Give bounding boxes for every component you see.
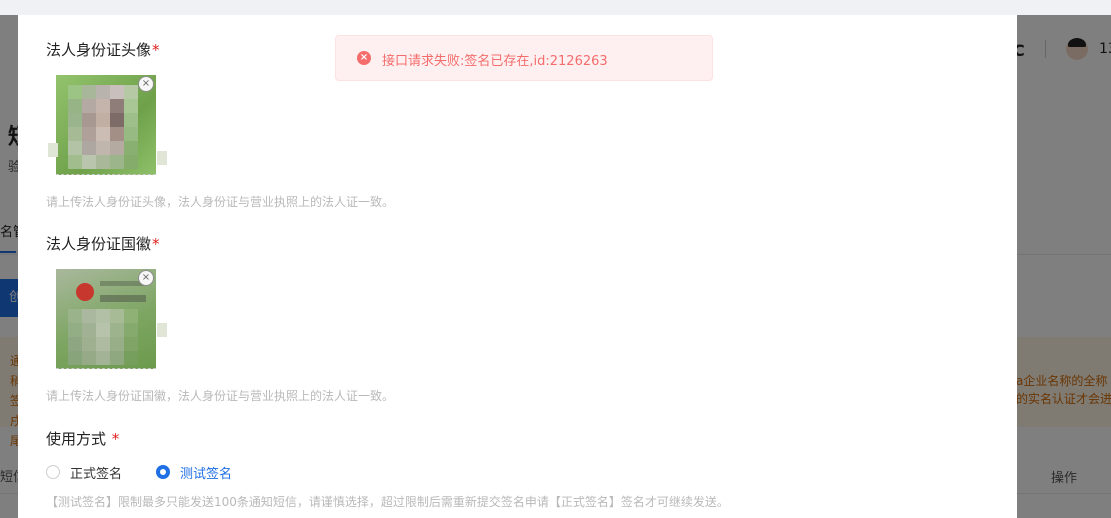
radio-label-formal-signature[interactable]: 正式签名 <box>70 463 122 482</box>
portrait-pixel-fragment <box>48 143 58 157</box>
required-mark: * <box>111 430 120 448</box>
portrait-mosaic <box>68 85 138 169</box>
error-toast: × 接口请求失败:签名已存在,id:2126263 <box>335 35 713 81</box>
usage-field-label: 使用方式 * <box>46 430 120 448</box>
remove-emblem-icon[interactable]: × <box>138 270 154 286</box>
radio-test-signature[interactable] <box>156 465 170 479</box>
national-emblem-icon <box>76 283 94 301</box>
thumbnail-dashed-edge <box>56 174 156 175</box>
radio-label-test-signature[interactable]: 测试签名 <box>180 463 232 482</box>
required-mark: * <box>152 41 160 59</box>
emblem-hint: 请上传法人身份证国徽，法人身份证与营业执照上的法人证一致。 <box>46 389 395 403</box>
thumbnail-dashed-edge <box>56 368 156 369</box>
portrait-pixel-fragment <box>157 151 167 165</box>
emblem-field-label: 法人身份证国徽* <box>46 235 160 253</box>
signature-form-modal: 法人身份证头像* × 请上传法人身份证头像，法人身份证与营业执照上的法人证一致。… <box>18 15 1017 518</box>
emblem-mosaic <box>68 309 138 369</box>
portrait-hint: 请上传法人身份证头像，法人身份证与营业执照上的法人证一致。 <box>46 195 395 209</box>
portrait-field-label: 法人身份证头像* <box>46 41 160 59</box>
error-toast-message: 接口请求失败:签名已存在,id:2126263 <box>382 54 608 69</box>
required-mark: * <box>152 235 160 253</box>
id-card-title-text <box>100 295 146 302</box>
close-circle-icon: × <box>357 51 371 65</box>
radio-formal-signature[interactable] <box>46 465 60 479</box>
emblem-pixel-fragment <box>157 323 167 337</box>
remove-portrait-icon[interactable]: × <box>138 76 154 92</box>
usage-hint: 【测试签名】限制最多只能发送100条通知短信，请谨慎选择，超过限制后需重新提交签… <box>46 495 729 509</box>
